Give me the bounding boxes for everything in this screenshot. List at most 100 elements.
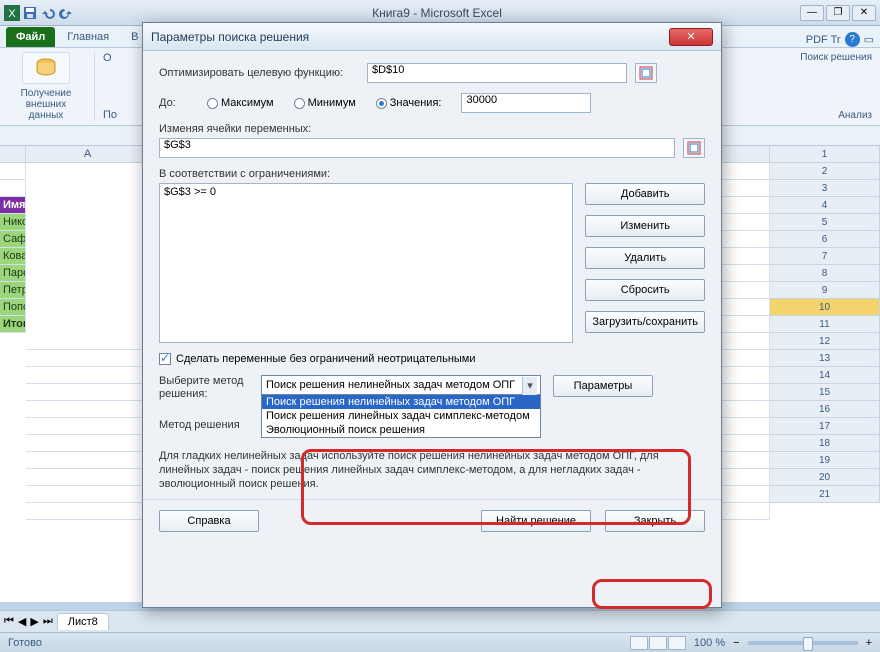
objective-input[interactable]: $D$10 bbox=[367, 63, 627, 83]
delete-constraint-button[interactable]: Удалить bbox=[585, 247, 705, 269]
solver-link[interactable]: Поиск решения bbox=[800, 52, 872, 63]
constraints-label: В соответствии с ограничениями: bbox=[159, 168, 330, 180]
method-option[interactable]: Поиск решения нелинейных задач методом О… bbox=[262, 395, 540, 409]
reset-button[interactable]: Сбросить bbox=[585, 279, 705, 301]
nonneg-label: Сделать переменные без ограничений неотр… bbox=[176, 353, 476, 365]
row-header[interactable]: 17 bbox=[770, 418, 880, 435]
sheet-nav-next-icon[interactable]: ▶ bbox=[30, 615, 38, 628]
name-column-header[interactable]: Имя bbox=[0, 197, 26, 214]
row-header[interactable]: 5 bbox=[770, 214, 880, 231]
name-cell[interactable]: Сафронова В. М. bbox=[0, 231, 26, 248]
excel-icon: X bbox=[4, 5, 20, 21]
row-header[interactable]: 11 bbox=[770, 316, 880, 333]
zoom-out-icon[interactable]: − bbox=[733, 637, 739, 649]
radio-max[interactable]: Максимум bbox=[207, 97, 274, 109]
dialog-titlebar[interactable]: Параметры поиска решения ✕ bbox=[143, 23, 721, 51]
radio-min[interactable]: Минимум bbox=[294, 97, 356, 109]
external-data-label: Получение внешних данных bbox=[8, 88, 84, 121]
changing-ref-button[interactable] bbox=[683, 138, 705, 158]
minimize-button[interactable]: — bbox=[800, 5, 824, 21]
col-header[interactable]: A bbox=[26, 146, 150, 163]
save-icon[interactable] bbox=[22, 5, 38, 21]
status-bar: Готово 100 % − + bbox=[0, 632, 880, 652]
method-select[interactable]: Поиск решения нелинейных задач методом О… bbox=[261, 375, 541, 395]
row-header[interactable]: 20 bbox=[770, 469, 880, 486]
method-label: Выберите метод решения: bbox=[159, 375, 249, 401]
name-cell[interactable]: Парфенов Д. Ф. bbox=[0, 265, 26, 282]
row-header[interactable]: 21 bbox=[770, 486, 880, 503]
help-button[interactable]: Справка bbox=[159, 510, 259, 532]
view-buttons[interactable] bbox=[630, 636, 686, 650]
row-header[interactable]: 15 bbox=[770, 384, 880, 401]
sheet-tab-bar: ⏮ ◀ ▶ ⏭ Лист8 bbox=[0, 610, 880, 632]
tab-home[interactable]: Главная bbox=[57, 27, 119, 47]
find-solution-button[interactable]: Найти решение bbox=[481, 510, 591, 532]
maximize-button[interactable]: ❐ bbox=[826, 5, 850, 21]
row-header[interactable]: 18 bbox=[770, 435, 880, 452]
tab-file[interactable]: Файл bbox=[6, 27, 55, 47]
row-header[interactable]: 13 bbox=[770, 350, 880, 367]
add-constraint-button[interactable]: Добавить bbox=[585, 183, 705, 205]
constraint-item[interactable]: $G$3 >= 0 bbox=[164, 186, 568, 198]
row-header[interactable]: 12 bbox=[770, 333, 880, 350]
close-dialog-button[interactable]: Закрыть bbox=[605, 510, 705, 532]
objective-ref-button[interactable] bbox=[635, 63, 657, 83]
help-icon[interactable]: ? bbox=[845, 32, 860, 47]
constraints-listbox[interactable]: $G$3 >= 0 bbox=[159, 183, 573, 343]
cell[interactable] bbox=[0, 180, 26, 197]
dialog-title: Параметры поиска решения bbox=[151, 30, 309, 44]
row-header[interactable]: 10 bbox=[770, 299, 880, 316]
tab-pdf[interactable]: PDF Tr bbox=[806, 34, 841, 46]
analysis-group-label: Анализ bbox=[838, 110, 872, 121]
cell[interactable] bbox=[0, 163, 26, 180]
select-all-corner[interactable] bbox=[0, 146, 26, 163]
sheet-tab-active[interactable]: Лист8 bbox=[57, 613, 109, 630]
to-label: До: bbox=[159, 97, 199, 109]
name-cell[interactable]: Петров Ф. Л. bbox=[0, 282, 26, 299]
method-selected[interactable]: Поиск решения нелинейных задач методом О… bbox=[261, 375, 541, 395]
change-constraint-button[interactable]: Изменить bbox=[585, 215, 705, 237]
row-header[interactable]: 14 bbox=[770, 367, 880, 384]
svg-text:X: X bbox=[8, 8, 16, 20]
sheet-nav-prev-icon[interactable]: ◀ bbox=[18, 615, 26, 628]
method-option[interactable]: Поиск решения линейных задач симплекс-ме… bbox=[262, 409, 540, 423]
changing-cells-input[interactable]: $G$3 bbox=[159, 138, 675, 158]
nonneg-checkbox[interactable]: Сделать переменные без ограничений неотр… bbox=[159, 353, 705, 365]
row-header[interactable]: 19 bbox=[770, 452, 880, 469]
row-header[interactable]: 2 bbox=[770, 163, 880, 180]
annotation-highlight bbox=[592, 579, 712, 609]
zoom-in-icon[interactable]: + bbox=[866, 637, 872, 649]
ribbon-group-external-data: Получение внешних данных bbox=[8, 52, 95, 121]
method-option[interactable]: Эволюционный поиск решения bbox=[262, 423, 540, 437]
name-cell[interactable]: Николаев А. Д. bbox=[0, 214, 26, 231]
zoom-slider[interactable] bbox=[748, 641, 858, 645]
sheet-nav-first-icon[interactable]: ⏮ bbox=[4, 615, 14, 628]
name-cell[interactable]: Попова М. Д. bbox=[0, 299, 26, 316]
dialog-close-button[interactable]: ✕ bbox=[669, 28, 713, 46]
row-header[interactable]: 7 bbox=[770, 248, 880, 265]
dialog-footer: Справка Найти решение Закрыть bbox=[143, 499, 721, 542]
method-dropdown[interactable]: Поиск решения нелинейных задач методом О… bbox=[261, 395, 541, 438]
redo-icon[interactable] bbox=[58, 5, 74, 21]
parameters-button[interactable]: Параметры bbox=[553, 375, 653, 397]
name-cell[interactable]: Коваль Л. П. bbox=[0, 248, 26, 265]
load-save-button[interactable]: Загрузить/сохранить bbox=[585, 311, 705, 333]
sheet-nav-last-icon[interactable]: ⏭ bbox=[43, 615, 53, 628]
method-description: Для гладких нелинейных задач используйте… bbox=[159, 449, 705, 491]
value-input[interactable]: 30000 bbox=[461, 93, 591, 113]
undo-icon[interactable] bbox=[40, 5, 56, 21]
ribbon-min-icon[interactable]: ▭ bbox=[864, 33, 874, 46]
row-header[interactable]: 3 bbox=[770, 180, 880, 197]
row-header[interactable]: 6 bbox=[770, 231, 880, 248]
radio-value[interactable]: Значения: bbox=[376, 97, 442, 109]
row-header[interactable]: 1 bbox=[770, 146, 880, 163]
changing-cells-label: Изменяя ячейки переменных: bbox=[159, 123, 311, 135]
solver-dialog: Параметры поиска решения ✕ Оптимизироват… bbox=[142, 22, 722, 608]
close-app-button[interactable]: ✕ bbox=[852, 5, 876, 21]
row-header[interactable]: 8 bbox=[770, 265, 880, 282]
row-header[interactable]: 16 bbox=[770, 401, 880, 418]
external-data-button[interactable] bbox=[22, 52, 70, 84]
row-header[interactable]: 4 bbox=[770, 197, 880, 214]
total-cell[interactable]: Итого bbox=[0, 316, 26, 333]
row-header[interactable]: 9 bbox=[770, 282, 880, 299]
